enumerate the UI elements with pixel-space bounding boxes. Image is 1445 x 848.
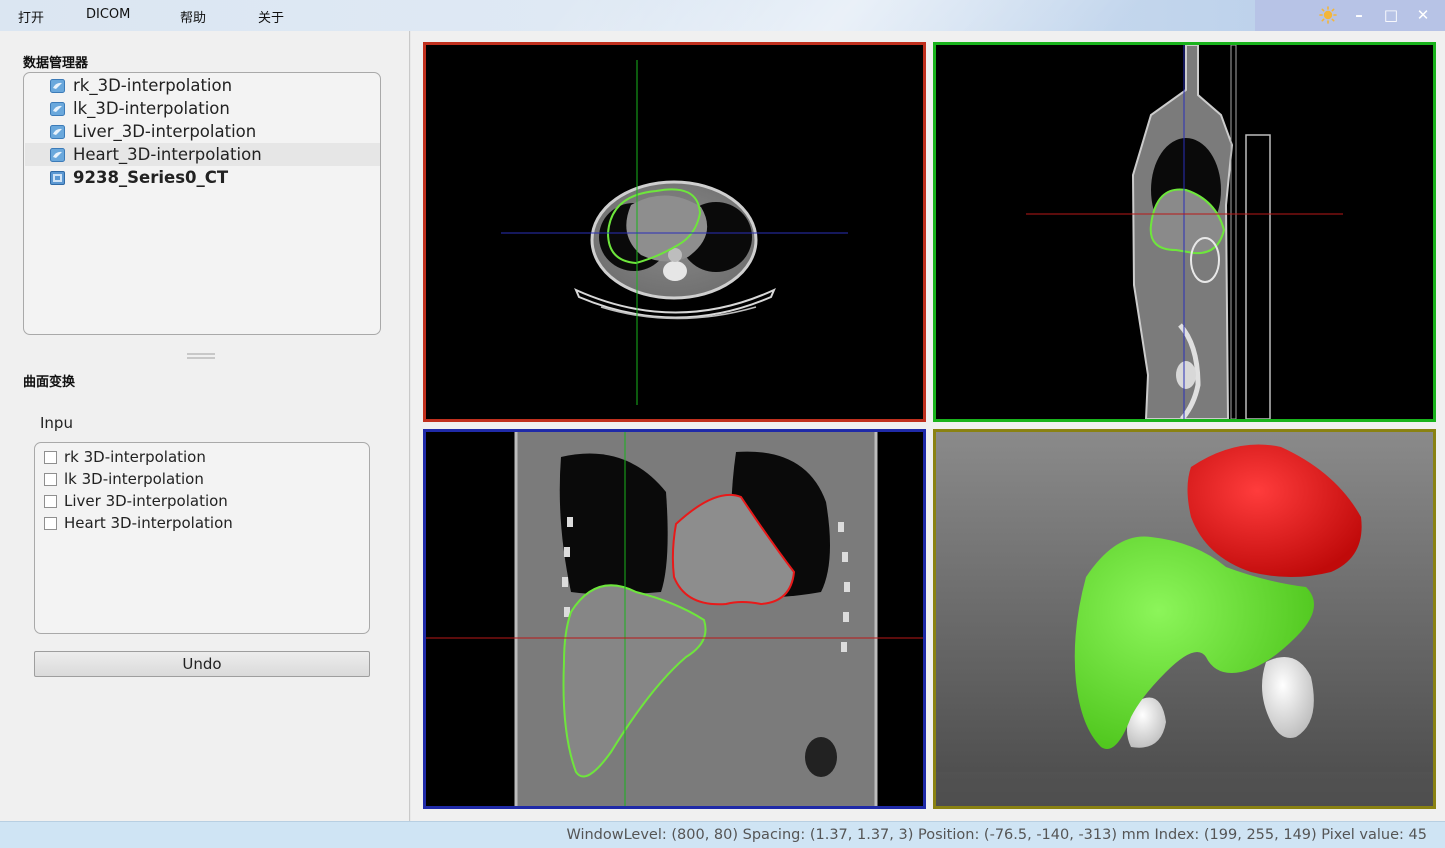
- input-label: Inpu: [40, 414, 73, 432]
- panel-splitter-handle[interactable]: [187, 353, 215, 359]
- maximize-button[interactable]: □: [1381, 5, 1401, 25]
- axial-viewport[interactable]: [423, 42, 926, 422]
- minimize-button[interactable]: –: [1349, 5, 1369, 25]
- surface-icon: [50, 125, 65, 139]
- coronal-ct-image: [426, 432, 923, 806]
- close-button[interactable]: ✕: [1413, 5, 1433, 25]
- axial-ct-image: [501, 60, 848, 405]
- window-controls: – □ ✕: [1255, 0, 1445, 31]
- tree-item-heart[interactable]: Heart_3D-interpolation: [25, 143, 380, 166]
- tree-item-liver[interactable]: Liver_3D-interpolation: [25, 120, 380, 143]
- sagittal-ct-image: [1026, 45, 1343, 419]
- coronal-viewport[interactable]: [423, 429, 926, 809]
- checkbox[interactable]: [44, 451, 57, 464]
- checkbox[interactable]: [44, 473, 57, 486]
- menu-bar: 打开 DICOM 帮助 关于 – □ ✕: [0, 0, 1445, 31]
- render-3d-viewport[interactable]: [933, 429, 1436, 809]
- tree-item-ct-series[interactable]: 9238_Series0_CT: [25, 166, 380, 189]
- input-checklist: rk 3D-interpolation lk 3D-interpolation …: [34, 442, 370, 634]
- sagittal-viewport[interactable]: [933, 42, 1436, 422]
- surface-icon: [50, 79, 65, 93]
- sun-icon[interactable]: [1319, 6, 1337, 24]
- menu-help[interactable]: 帮助: [180, 7, 206, 26]
- checkbox[interactable]: [44, 495, 57, 508]
- checkbox[interactable]: [44, 517, 57, 530]
- status-bar: WindowLevel: (800, 80) Spacing: (1.37, 1…: [0, 821, 1445, 848]
- surface-transform-title: 曲面变换: [23, 375, 76, 390]
- surface-icon: [50, 148, 65, 162]
- status-readout: WindowLevel: (800, 80) Spacing: (1.37, 1…: [566, 827, 1427, 843]
- left-panel: 数据管理器 rk_3D-interpolation lk_3D-interpol…: [0, 31, 410, 821]
- menu-open[interactable]: 打开: [18, 7, 44, 26]
- menu-about[interactable]: 关于: [258, 7, 284, 26]
- image-volume-icon: [50, 171, 65, 185]
- title-bar-decoration: [517, 0, 1303, 31]
- undo-button[interactable]: Undo: [34, 651, 370, 677]
- 3d-organ-render: [936, 444, 1433, 806]
- data-manager-title: 数据管理器: [23, 56, 89, 71]
- menu-dicom[interactable]: DICOM: [86, 7, 130, 22]
- data-manager-tree[interactable]: rk_3D-interpolation lk_3D-interpolation …: [23, 72, 381, 335]
- viewport-area: [411, 31, 1445, 821]
- tree-item-lk[interactable]: lk_3D-interpolation: [25, 97, 380, 120]
- surface-icon: [50, 102, 65, 116]
- tree-item-rk[interactable]: rk_3D-interpolation: [25, 74, 380, 97]
